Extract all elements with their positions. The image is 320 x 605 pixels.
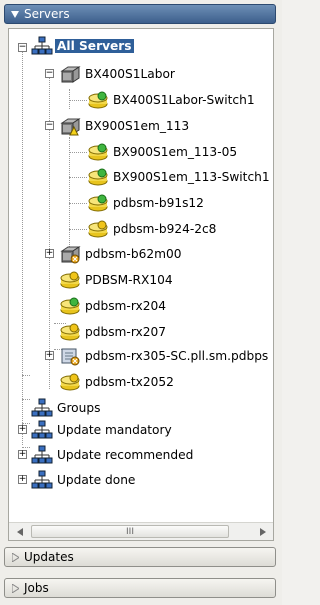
tree-node-bx900[interactable]: BX900S1em_113: [59, 115, 191, 137]
triangle-right-icon: [10, 552, 20, 562]
servers-panel-label: Servers: [24, 7, 70, 21]
scroll-right-icon[interactable]: [254, 523, 271, 540]
tree-node-groups[interactable]: Groups: [31, 397, 102, 419]
tree-node-pdbsm-b924[interactable]: pdbsm-b924-2c8: [87, 218, 218, 240]
tree-node-pdbsm-b62m00[interactable]: pdbsm-b62m00: [59, 243, 183, 265]
network-group-icon: [31, 36, 53, 56]
tree-node-label: pdbsm-tx2052: [85, 375, 174, 389]
server-warning-icon: [59, 322, 81, 342]
tree-node-label: Update recommended: [57, 448, 194, 462]
expand-toggle[interactable]: +: [18, 450, 27, 459]
expand-toggle[interactable]: +: [45, 249, 54, 258]
tree-node-pdbsm-rx204[interactable]: pdbsm-rx204: [59, 295, 168, 317]
tree-node-label: PDBSM-RX104: [85, 273, 173, 287]
server-ok-icon: [87, 167, 109, 187]
scroll-left-icon[interactable]: [11, 523, 28, 540]
blade-chassis-icon: [59, 64, 81, 84]
server-navigator: Servers − All Servers − BX400S1Labor BX4…: [0, 0, 282, 605]
scrollbar-grip: III: [126, 526, 134, 537]
collapse-toggle[interactable]: −: [45, 69, 54, 78]
triangle-right-icon: [10, 583, 20, 593]
tree-node-update-done[interactable]: Update done: [31, 469, 137, 491]
tree-node-all-servers[interactable]: All Servers: [31, 35, 134, 57]
triangle-down-icon: [10, 9, 20, 19]
tree-node-label: BX900S1em_113-Switch1: [113, 170, 270, 184]
updates-panel-label: Updates: [24, 550, 74, 564]
tree-node-label: BX400S1Labor-Switch1: [113, 93, 255, 107]
tree-node-label: pdbsm-rx204: [85, 299, 166, 313]
tree-node-pdbsm-tx2052[interactable]: pdbsm-tx2052: [59, 371, 176, 393]
jobs-panel-header[interactable]: Jobs: [4, 578, 276, 598]
network-group-icon: [31, 420, 53, 440]
tree-node-pdbsm-b91s12[interactable]: pdbsm-b91s12: [87, 192, 206, 214]
tree-node-update-recommended[interactable]: Update recommended: [31, 444, 195, 466]
tree-node-update-mandatory[interactable]: Update mandatory: [31, 419, 174, 441]
tree-node-bx900-05[interactable]: BX900S1em_113-05: [87, 141, 239, 163]
server-ok-icon: [87, 90, 109, 110]
blade-chassis-error-icon: [59, 244, 81, 264]
expand-toggle[interactable]: +: [18, 425, 27, 434]
server-ok-icon: [59, 296, 81, 316]
expand-toggle[interactable]: +: [45, 351, 54, 360]
jobs-panel-label: Jobs: [24, 581, 49, 595]
server-tree-panel: − All Servers − BX400S1Labor BX400S1Labo…: [8, 28, 274, 541]
collapse-toggle[interactable]: −: [45, 121, 54, 130]
tree-node-label: BX400S1Labor: [85, 67, 175, 81]
tree-node-label: BX900S1em_113: [85, 119, 190, 133]
network-group-icon: [31, 398, 53, 418]
blade-chassis-warning-icon: [59, 116, 81, 136]
tree-node-bx400-switch[interactable]: BX400S1Labor-Switch1: [87, 89, 257, 111]
server-warning-icon: [59, 372, 81, 392]
network-group-icon: [31, 470, 53, 490]
expand-toggle[interactable]: +: [18, 475, 27, 484]
server-tree: − All Servers − BX400S1Labor BX400S1Labo…: [9, 29, 273, 523]
updates-panel-header[interactable]: Updates: [4, 547, 276, 567]
server-warning-icon: [87, 219, 109, 239]
tree-node-pdbsm-rx305[interactable]: pdbsm-rx305-SC.pll.sm.pdbps: [59, 345, 270, 367]
tree-node-label: Update mandatory: [57, 423, 172, 437]
network-group-icon: [31, 445, 53, 465]
server-ok-icon: [87, 193, 109, 213]
tree-node-label: pdbsm-b91s12: [113, 196, 204, 210]
server-warning-icon: [59, 270, 81, 290]
horizontal-scrollbar[interactable]: III: [9, 522, 273, 540]
servers-panel-header[interactable]: Servers: [4, 4, 276, 24]
expand-toggle[interactable]: −: [18, 43, 27, 52]
tree-node-label: Groups: [57, 401, 101, 415]
tree-node-label: pdbsm-rx305-SC.pll.sm.pdbps: [85, 349, 269, 363]
tree-node-label: BX900S1em_113-05: [113, 145, 238, 159]
tree-node-bx900-switch[interactable]: BX900S1em_113-Switch1: [87, 166, 272, 188]
server-ok-icon: [87, 142, 109, 162]
tree-node-label: pdbsm-b62m00: [85, 247, 182, 261]
tree-node-label: pdbsm-b924-2c8: [113, 222, 217, 236]
tree-node-label: pdbsm-rx207: [85, 325, 166, 339]
scrollbar-thumb[interactable]: III: [31, 525, 229, 538]
tree-node-label: All Servers: [55, 39, 134, 53]
server-unknown-icon: [59, 346, 81, 366]
tree-node-pdbsm-rx207[interactable]: pdbsm-rx207: [59, 321, 168, 343]
tree-node-bx400[interactable]: BX400S1Labor: [59, 63, 177, 85]
tree-node-label: Update done: [57, 473, 136, 487]
tree-node-pdbsm-rx104[interactable]: PDBSM-RX104: [59, 269, 175, 291]
